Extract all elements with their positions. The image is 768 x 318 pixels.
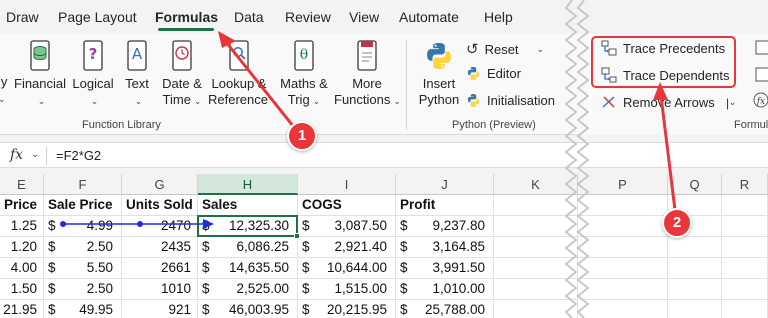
trace-highlight-box xyxy=(591,36,736,88)
annotation-arrow-1 xyxy=(224,41,299,132)
torn-edge-left xyxy=(564,0,578,318)
trace-arrow-dot-f2 xyxy=(60,221,66,227)
annotation-arrowhead-1 xyxy=(218,31,236,48)
trace-arrow-dot-g2 xyxy=(137,221,143,227)
annotation-arrow-2 xyxy=(659,95,677,211)
torn-edge-right xyxy=(576,0,590,318)
callout-badge-1: 1 xyxy=(287,121,317,151)
trace-arrowhead xyxy=(203,219,214,229)
callout-badge-2: 2 xyxy=(662,208,692,238)
